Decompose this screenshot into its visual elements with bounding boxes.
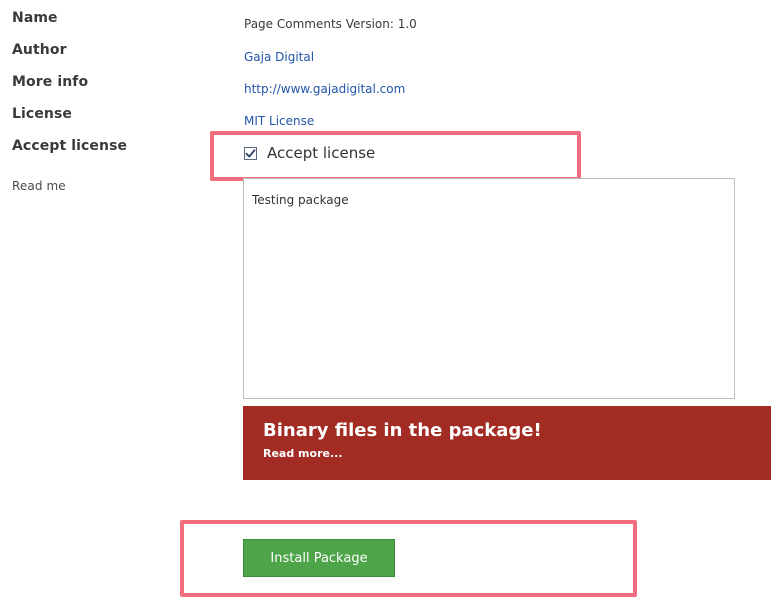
install-button-highlight [180, 520, 637, 597]
warning-title: Binary files in the package! [263, 420, 542, 441]
license-link[interactable]: MIT License [244, 114, 314, 128]
readme-textarea[interactable]: Testing package [243, 178, 735, 399]
license-label: License [12, 106, 73, 122]
accept-license-highlight [210, 131, 581, 181]
name-label: Name [12, 10, 58, 26]
read-me-label: Read me [12, 179, 66, 193]
more-info-link[interactable]: http://www.gajadigital.com [244, 82, 405, 96]
package-name-version: Page Comments Version: 1.0 [244, 17, 417, 31]
author-link[interactable]: Gaja Digital [244, 50, 314, 64]
package-install-page: Name Author More info License Accept lic… [0, 0, 771, 597]
author-label: Author [12, 42, 67, 58]
binary-files-warning: Binary files in the package! Read more..… [243, 406, 771, 480]
more-info-label: More info [12, 74, 89, 90]
read-more-link[interactable]: Read more... [263, 447, 343, 460]
accept-license-label: Accept license [12, 138, 128, 154]
